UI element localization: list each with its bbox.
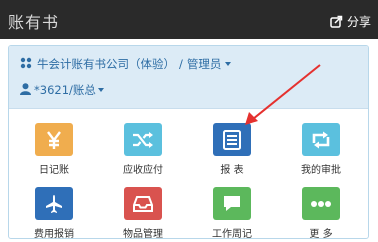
company-role-separator: / (179, 57, 183, 71)
book-name: *3621/账总 (34, 83, 96, 97)
more-icon (302, 187, 340, 220)
chevron-down-icon (225, 62, 232, 66)
feature-grid: 日记账 应收应付 报 表 我的审批 费用报销 物品管理 工作周记 更 多 (9, 109, 368, 238)
share-button[interactable]: 分享 (330, 13, 371, 29)
menu-label: 工作周记 (212, 229, 252, 239)
share-icon (330, 15, 343, 28)
user-icon (20, 82, 31, 98)
inbox-icon (124, 187, 162, 220)
menu-item-more[interactable]: 更 多 (281, 173, 361, 238)
menu-item-inventory[interactable]: 物品管理 (103, 173, 183, 238)
menu-label: 更 多 (309, 229, 333, 239)
chevron-down-icon (97, 88, 104, 92)
airplane-icon (35, 187, 73, 220)
app-title: 账有书 (8, 13, 60, 32)
menu-item-approvals[interactable]: 我的审批 (281, 109, 361, 176)
book-switcher[interactable]: *3621/账总 (20, 82, 104, 98)
company-switcher[interactable]: 牛会计账有书公司（体验） / 管理员 (20, 56, 232, 72)
chat-icon (213, 187, 251, 220)
company-icon (20, 57, 32, 72)
yen-icon (35, 123, 73, 156)
menu-item-expense[interactable]: 费用报销 (14, 173, 94, 238)
menu-panel: 牛会计账有书公司（体验） / 管理员 *3621/账总 日记账 应收应付 报 表… (8, 45, 369, 239)
share-label: 分享 (346, 14, 371, 29)
main-content: 牛会计账有书公司（体验） / 管理员 *3621/账总 日记账 应收应付 报 表… (0, 39, 378, 242)
menu-label: 费用报销 (34, 229, 74, 239)
shuffle-icon (124, 123, 162, 156)
top-bar: 账有书 分享 (0, 0, 378, 39)
menu-label: 物品管理 (123, 229, 163, 239)
account-header: 牛会计账有书公司（体验） / 管理员 *3621/账总 (9, 46, 368, 109)
report-icon (213, 123, 251, 156)
menu-item-weekly-notes[interactable]: 工作周记 (192, 173, 272, 238)
retweet-icon (302, 123, 340, 156)
company-name: 牛会计账有书公司（体验） (37, 57, 175, 71)
user-role: 管理员 (186, 57, 222, 71)
menu-item-receivables[interactable]: 应收应付 (103, 109, 183, 176)
menu-item-journal[interactable]: 日记账 (14, 109, 94, 176)
menu-item-reports[interactable]: 报 表 (192, 109, 272, 176)
